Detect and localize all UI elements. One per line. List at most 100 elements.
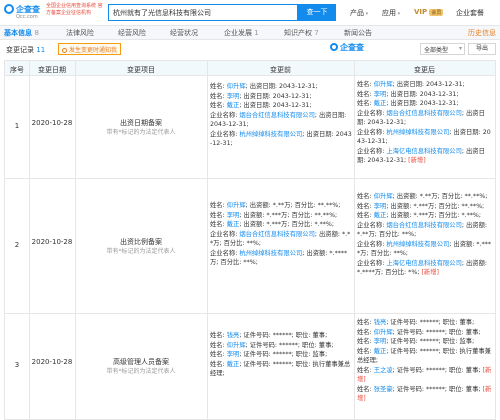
entity-link[interactable]: 戴正 [227, 221, 240, 228]
change-line: 姓名: 戴正; 出资额: *.***万; 百分比: *.**%; [357, 211, 493, 221]
tab-label: 企业发展 [224, 29, 252, 37]
search-input[interactable]: 杭州就有了光信息科技有限公司 [108, 4, 298, 21]
item-note: 带有*标记的为法定代表人 [106, 129, 176, 136]
entity-link[interactable]: 上海亿电信息科技有限公司 [386, 260, 462, 267]
entity-link[interactable]: 仰升辉 [374, 193, 393, 200]
logo[interactable]: 企查查 Qcc.com [4, 4, 44, 22]
line-prefix: 姓名: [210, 202, 227, 209]
entity-link[interactable]: 仰升辉 [374, 81, 393, 88]
entity-link[interactable]: 张圣豪 [374, 386, 393, 393]
change-line: 姓名: 戴正; 出资日期: 2043-12-31; [357, 99, 493, 109]
line-suffix: ; 证件号码: ******; 职位: 董事; [239, 332, 328, 339]
entity-link[interactable]: 李明 [374, 338, 387, 345]
brand-ring-icon [330, 43, 338, 51]
entity-link[interactable]: 戴正 [374, 348, 387, 355]
cell-item: 出资比例备案 带有*标记的为法定代表人 [75, 237, 207, 257]
entity-link[interactable]: 杭州绰绰科技有限公司 [239, 250, 302, 257]
entity-link[interactable]: 李明 [374, 91, 387, 98]
tab-label: 法律风险 [66, 29, 94, 37]
line-prefix: 姓名: [210, 102, 227, 109]
table-row: 3 2020-10-28 高级管理人员备案 带有*标记的为法定代表人 姓名: 钱亮; 证… [5, 314, 495, 420]
line-prefix: 姓名: [357, 319, 374, 326]
entity-link[interactable]: 烟台合红信息科技有限公司 [386, 222, 462, 229]
cell-after: 姓名: 钱亮; 证件号码: ******; 职位: 董事; 姓名: 仰升辉; 证件… [357, 318, 493, 404]
brand-text: 企查查 [340, 43, 364, 52]
change-line: 企业名称: 烟台合红信息科技有限公司; 出资额: *.**万; 百分比: **%… [357, 221, 493, 240]
entity-link[interactable]: 钱亮 [374, 319, 387, 326]
cell-seq: 3 [14, 361, 20, 369]
vip-label: VIP [414, 8, 428, 16]
line-suffix: ; 出资日期: 2043-12-31; [245, 83, 318, 90]
section-title: 变更记录 11 [6, 45, 45, 55]
line-prefix: 企业名称: [357, 240, 387, 248]
tab-development[interactable]: 企业发展 1 [224, 28, 259, 38]
nav-apps[interactable]: 应用 [382, 8, 400, 18]
logo-sub: Qcc.com [16, 14, 38, 20]
entity-link[interactable]: 戴正 [374, 100, 387, 107]
entity-link[interactable]: 戴正 [227, 102, 240, 109]
entity-link[interactable]: 杭州绰绰科技有限公司 [239, 131, 302, 138]
line-suffix: ; 出资日期: 2043-12-31; [239, 92, 312, 100]
line-prefix: 姓名: [357, 202, 374, 210]
tab-count: 1 [254, 29, 259, 37]
entity-link[interactable]: 钱亮 [227, 332, 240, 339]
line-prefix: 企业名称: [357, 221, 387, 229]
line-prefix: 企业名称: [357, 109, 387, 117]
cell-item: 高级管理人员备案 带有*标记的为法定代表人 [75, 357, 207, 377]
line-prefix: 企业名称: [357, 128, 387, 136]
entity-link[interactable]: 戴正 [374, 212, 387, 219]
change-line: 姓名: 仰升辉; 出资日期: 2043-12-31; [210, 82, 352, 92]
search-button[interactable]: 查一下 [298, 4, 336, 21]
entity-link[interactable]: 仰升辉 [227, 83, 246, 90]
entity-link[interactable]: 李明 [227, 93, 240, 100]
logo-icon [4, 4, 14, 14]
line-prefix: 企业名称: [210, 230, 240, 238]
line-prefix: 姓名: [357, 385, 374, 393]
entity-link[interactable]: 烟台合红信息科技有限公司 [239, 231, 315, 238]
entity-link[interactable]: 戴正 [227, 361, 240, 368]
export-button[interactable]: 导出 [468, 43, 496, 55]
tab-ip[interactable]: 知识产权 7 [284, 28, 319, 38]
tab-label: 知识产权 [284, 29, 312, 37]
line-suffix: ; 证件号码: ******; 职位: 董事; [386, 319, 475, 326]
new-tag: [新增] [408, 157, 426, 164]
th-after: 变更后 [414, 66, 435, 74]
line-prefix: 姓名: [210, 221, 227, 228]
entity-link[interactable]: 王之凌 [374, 367, 393, 374]
nav-products[interactable]: 产品 [350, 8, 368, 18]
line-suffix: ; 证件号码: ******; 职位: 董事; [245, 341, 334, 349]
line-prefix: 企业名称: [357, 147, 387, 155]
change-line: 企业名称: 杭州绰绰科技有限公司; 出资日期: 2043-12-31; [357, 128, 493, 147]
entity-link[interactable]: 李明 [227, 212, 240, 219]
entity-link[interactable]: 李明 [227, 351, 240, 358]
nav-enterprise-package[interactable]: 企业套餐 [456, 8, 484, 18]
entity-link[interactable]: 李明 [374, 203, 387, 210]
entity-link[interactable]: 仰升辉 [227, 342, 246, 349]
entity-link[interactable]: 烟台合红信息科技有限公司 [386, 110, 462, 117]
tab-business-risk[interactable]: 经营风险 [118, 28, 146, 38]
entity-link[interactable]: 仰升辉 [374, 329, 393, 336]
tab-business-status[interactable]: 经营状况 [170, 28, 198, 38]
cell-seq: 2 [14, 241, 20, 249]
line-suffix: ; 出资额: *.***万; 百分比: *.**%; [239, 221, 335, 228]
th-seq: 序号 [10, 66, 24, 74]
tab-news[interactable]: 新闻公告 [344, 28, 372, 38]
line-prefix: 姓名: [210, 83, 227, 90]
tab-label: 新闻公告 [344, 29, 372, 37]
tab-legal-risk[interactable]: 法律风险 [66, 28, 94, 38]
change-line: 姓名: 钱亮; 证件号码: ******; 职位: 董事; [210, 331, 352, 341]
line-prefix: 企业名称: [210, 249, 240, 257]
entity-link[interactable]: 烟台合红信息科技有限公司 [239, 112, 315, 119]
nav-vip[interactable]: VIP 会员 [414, 8, 444, 16]
entity-link[interactable]: 上海亿电信息科技有限公司 [386, 148, 462, 155]
tab-basic-info[interactable]: 基本信息 8 [4, 28, 39, 38]
entity-link[interactable]: 杭州绰绰科技有限公司 [386, 129, 449, 136]
tab-history[interactable]: 历史信息 [468, 28, 496, 38]
notify-toggle[interactable]: 发生变更时通知我 [58, 43, 122, 55]
entity-link[interactable]: 仰升辉 [227, 202, 246, 209]
change-line: 企业名称: 杭州绰绰科技有限公司; 出资日期: 2043-12-31; [210, 130, 352, 149]
type-select[interactable]: 全部类型 [420, 43, 465, 55]
table-row: 2 2020-10-28 出资比例备案 带有*标记的为法定代表人 姓名: 仰升辉; 出资… [5, 179, 495, 314]
entity-link[interactable]: 杭州绰绰科技有限公司 [386, 241, 449, 248]
line-prefix: 姓名: [357, 90, 374, 98]
